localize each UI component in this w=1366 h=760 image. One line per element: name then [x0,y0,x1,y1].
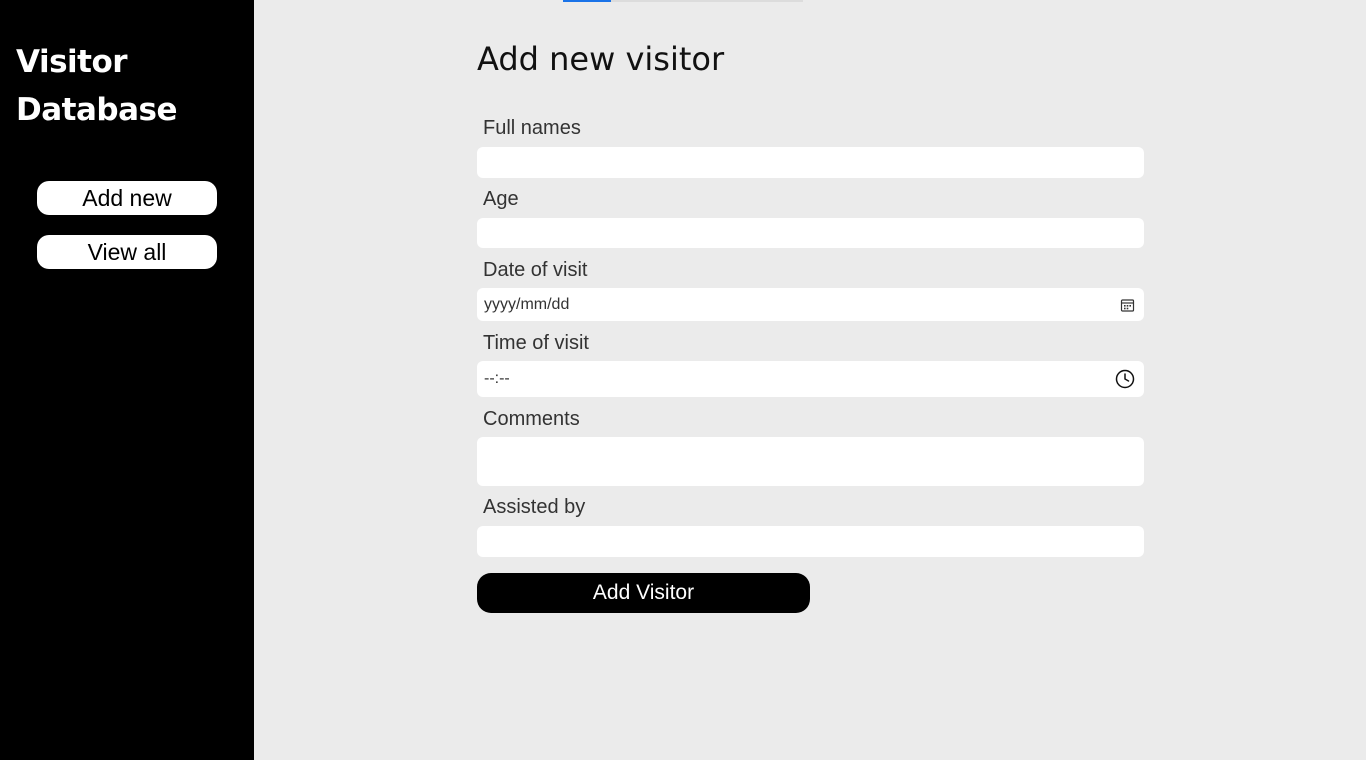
calendar-icon[interactable] [1120,297,1135,312]
brand-line-2: Database [16,92,177,128]
full-names-input[interactable] [477,147,1144,178]
top-scroll-indicator-accent [563,0,611,2]
top-scroll-indicator [563,0,803,2]
add-new-button[interactable]: Add new [37,181,217,215]
full-names-label: Full names [483,117,581,139]
brand-line-1: Visitor [16,44,128,80]
age-label: Age [483,188,519,210]
sidebar: Visitor Database Add new View all [0,0,254,760]
page-title: Add new visitor [477,40,725,78]
assisted-by-label: Assisted by [483,496,586,518]
assisted-by-input[interactable] [477,526,1144,557]
app-brand: Visitor Database [16,38,177,134]
date-placeholder: yyyy/mm/dd [484,295,570,313]
comments-textarea[interactable] [477,437,1144,486]
add-visitor-button[interactable]: Add Visitor [477,573,810,613]
age-input[interactable] [477,218,1144,248]
clock-icon[interactable] [1115,369,1135,389]
time-placeholder: --:-- [484,370,510,387]
time-of-visit-label: Time of visit [483,332,589,354]
date-of-visit-label: Date of visit [483,259,588,281]
comments-label: Comments [483,408,580,430]
view-all-button[interactable]: View all [37,235,217,269]
time-of-visit-input[interactable]: --:-- [477,361,1144,397]
date-of-visit-input[interactable]: yyyy/mm/dd [477,288,1144,321]
